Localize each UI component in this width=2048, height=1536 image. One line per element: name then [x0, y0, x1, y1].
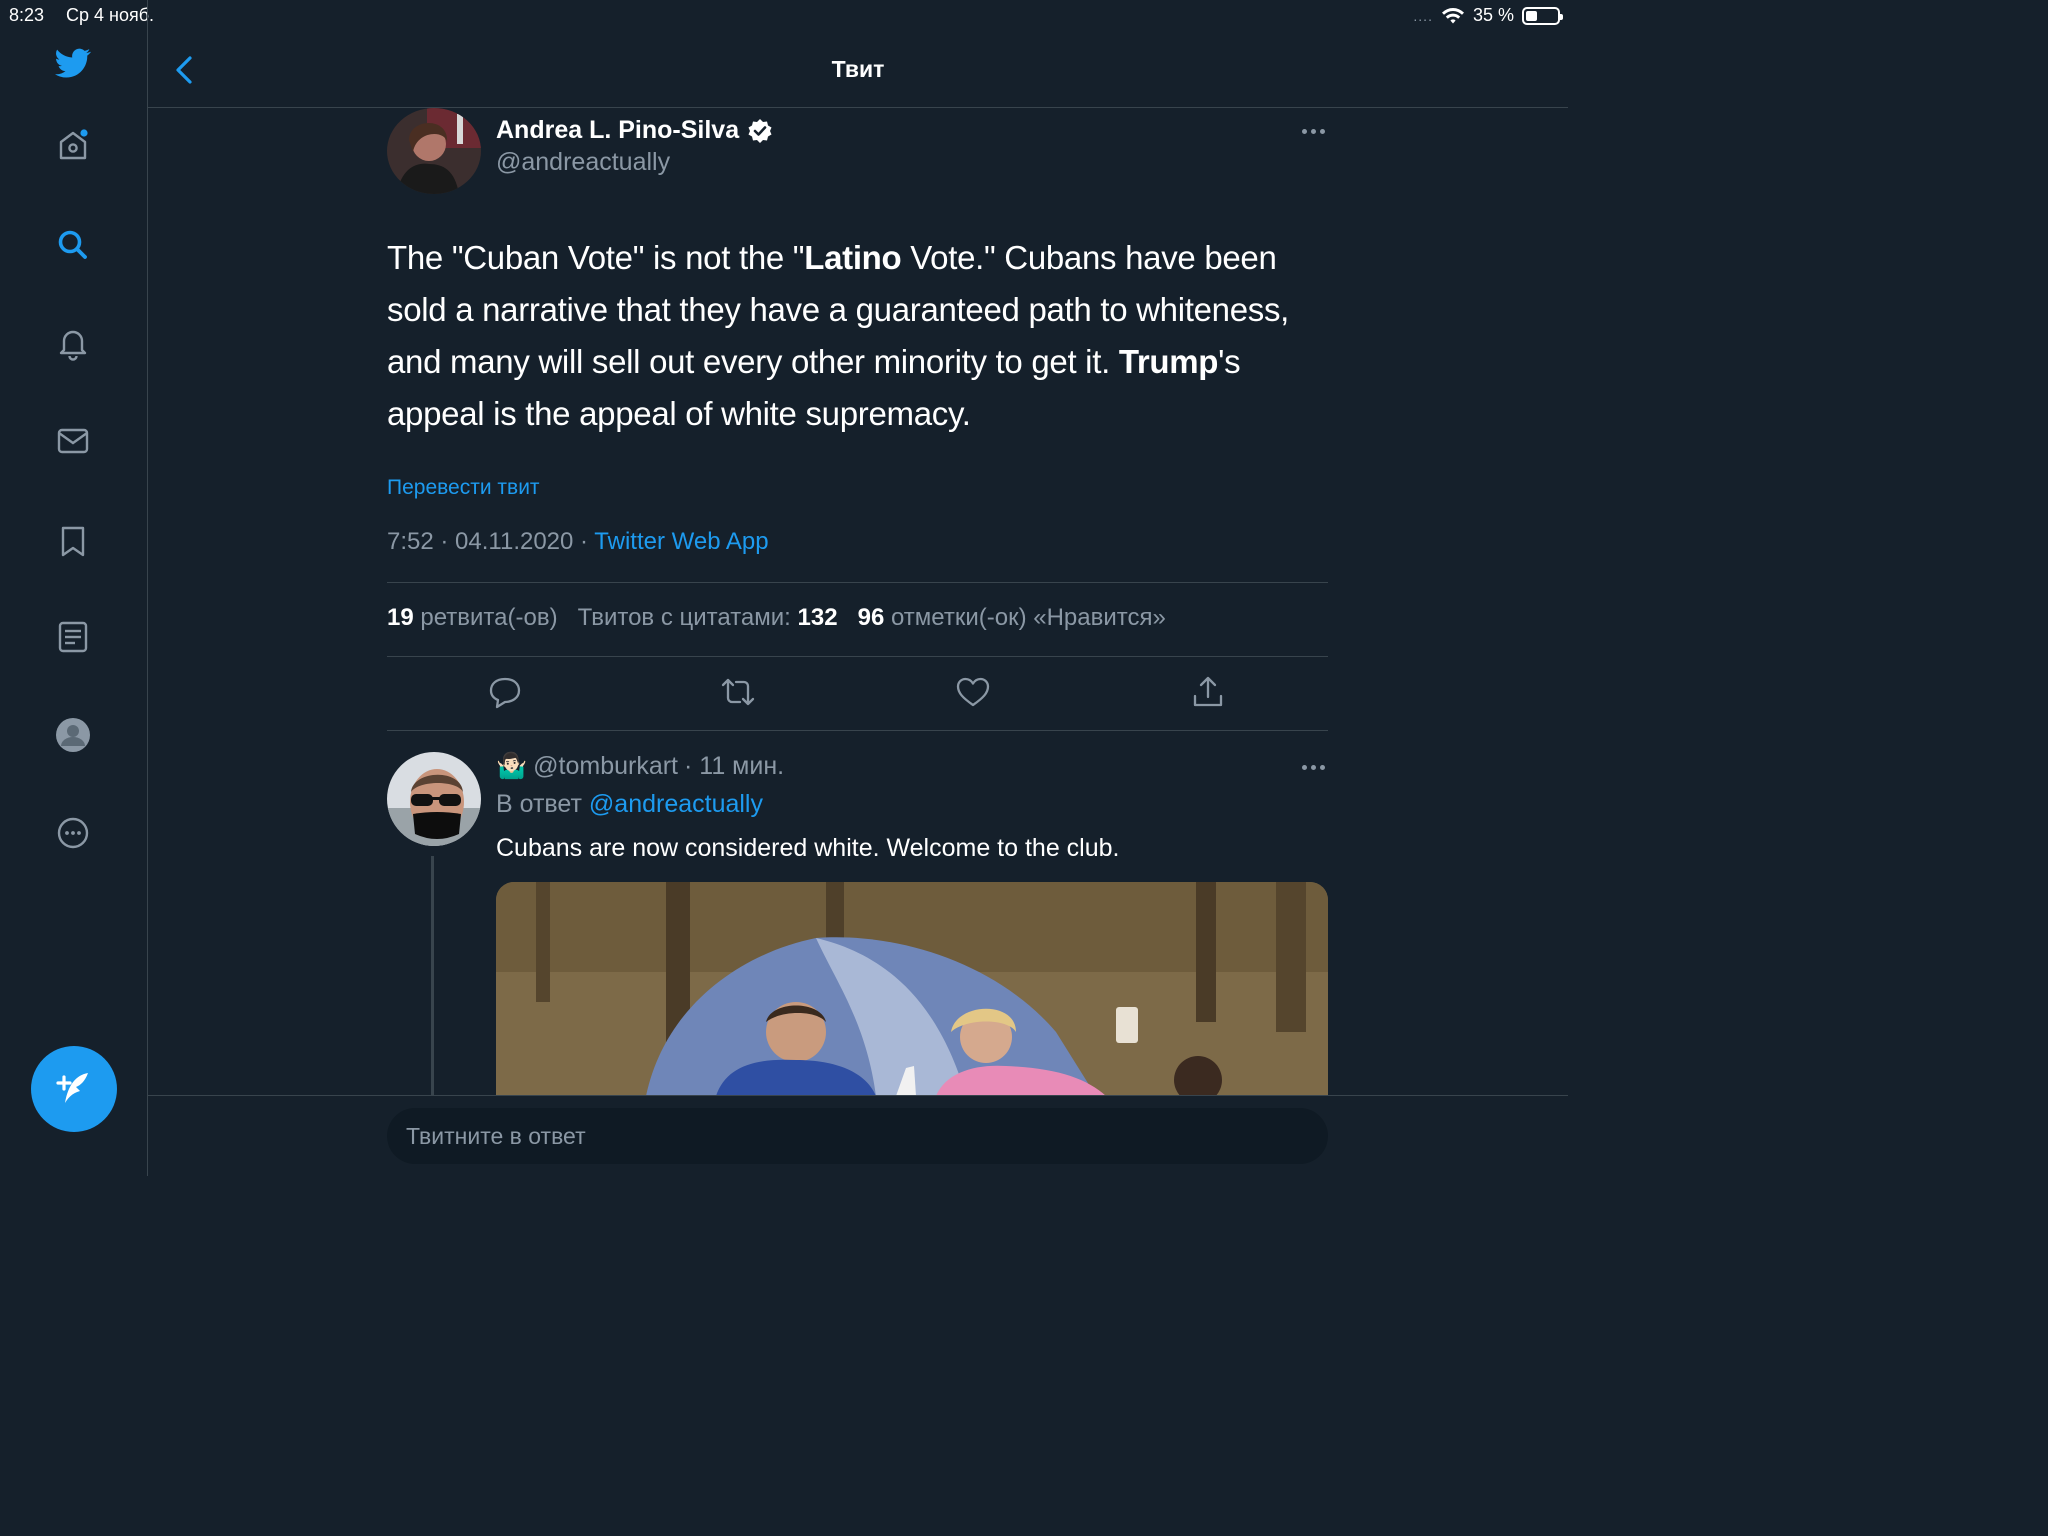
reply-icon: [489, 677, 521, 709]
author-handle[interactable]: @andreactually: [496, 148, 670, 177]
reply-handle[interactable]: @tomburkart: [533, 752, 678, 781]
user-emoji: 🤷🏻‍♂️: [496, 752, 528, 780]
reply-composer-bar: Твитните в ответ: [148, 1095, 1568, 1176]
battery-percent: 35 %: [1472, 5, 1514, 25]
more-icon[interactable]: [50, 810, 96, 856]
sidebar: [0, 0, 148, 1176]
replying-to: В ответ @andreactually: [496, 790, 763, 819]
tweet-more-button[interactable]: [1302, 126, 1328, 136]
quotes-label: Твитов с цитатами:: [577, 604, 791, 631]
composer-placeholder: Твитните в ответ: [406, 1123, 586, 1149]
search-icon[interactable]: [50, 222, 96, 268]
likes-count: 96: [857, 604, 885, 631]
signal-icon: ....: [1413, 7, 1433, 24]
more-dot-icon: [1320, 128, 1325, 134]
replying-to-handle[interactable]: @andreactually: [589, 790, 763, 818]
tweet-text: The "Cuban Vote" is not the "Latino Vote…: [387, 232, 1328, 440]
translate-tweet-link[interactable]: Перевести твит: [387, 476, 540, 500]
bookmark-icon[interactable]: [50, 518, 96, 564]
retweet-button[interactable]: [720, 674, 756, 710]
retweets-stat[interactable]: 19 ретвита(-ов): [387, 604, 558, 631]
battery-fill: [1526, 10, 1537, 21]
home-icon[interactable]: [50, 122, 96, 168]
tweet-source-link[interactable]: Twitter Web App: [594, 528, 768, 555]
status-bar: 8:23 Ср 4 нояб. .... 35 %: [0, 0, 1568, 32]
divider: [387, 656, 1328, 657]
reply-avatar[interactable]: [387, 752, 481, 846]
retweets-label: ретвита(-ов): [420, 604, 558, 631]
thread-line: [431, 856, 434, 1096]
reply-button[interactable]: [487, 674, 523, 710]
quotes-count: 132: [797, 604, 838, 631]
mail-icon[interactable]: [50, 418, 96, 464]
heart-icon: [956, 677, 990, 707]
likes-stat[interactable]: 96 отметки(-ок) «Нравится»: [858, 604, 1166, 631]
compose-tweet-icon: [56, 1073, 88, 1103]
share-icon: [1193, 676, 1223, 707]
lists-icon[interactable]: [50, 614, 96, 660]
more-dot-icon: [1302, 764, 1307, 770]
quotes-stat[interactable]: Твитов с цитатами: 132: [578, 604, 838, 631]
likes-label: отметки(-ок) «Нравится»: [890, 604, 1166, 631]
tweet-text-bold-segment: Trump: [1118, 343, 1219, 380]
twitter-logo-icon[interactable]: [50, 40, 96, 86]
reply-more-button[interactable]: [1302, 762, 1328, 772]
tweet-meta: 7:52 · 04.11.2020 · Twitter Web App: [387, 528, 769, 556]
battery-icon: [1522, 6, 1563, 25]
tweet-text-bold-segment: Latino: [804, 239, 902, 276]
verified-badge-icon: [748, 118, 772, 143]
divider: [387, 582, 1328, 583]
more-dot-icon: [1320, 764, 1325, 770]
profile-icon[interactable]: [50, 712, 96, 758]
replying-to-prefix: В ответ: [496, 790, 589, 818]
reply-text: Cubans are now considered white. Welcome…: [496, 834, 1120, 862]
retweets-count: 19: [387, 604, 414, 631]
wifi-icon: [1441, 7, 1464, 23]
page-title: Твит: [831, 56, 885, 82]
tweet-actions: [387, 674, 1328, 718]
retweet-icon: [721, 678, 755, 706]
more-dot-icon: [1311, 764, 1316, 770]
author-avatar[interactable]: [387, 108, 481, 194]
reply-composer-input[interactable]: Твитните в ответ: [387, 1108, 1328, 1164]
tweet-text-segment: The "Cuban Vote" is not the ": [387, 239, 805, 276]
reply-time: · 11 мин.: [684, 752, 785, 780]
more-dot-icon: [1311, 128, 1316, 134]
share-button[interactable]: [1190, 674, 1226, 710]
author-name[interactable]: Andrea L. Pino-Silva: [496, 116, 773, 145]
top-header: Твит: [148, 32, 1568, 108]
bell-icon[interactable]: [50, 320, 96, 366]
tweet-stats: 19 ретвита(-ов) Твитов с цитатами: 132 9…: [387, 604, 1166, 632]
more-dot-icon: [1302, 128, 1307, 134]
author-name-text: Andrea L. Pino-Silva: [496, 116, 740, 144]
tweet-timestamp: 7:52 · 04.11.2020 ·: [387, 528, 595, 555]
reply-header: 🤷🏻‍♂️ @tomburkart · 11 мин.: [496, 752, 784, 781]
reply-media-image[interactable]: [496, 882, 1328, 1096]
like-button[interactable]: [955, 674, 991, 710]
divider: [387, 730, 1328, 731]
compose-tweet-button[interactable]: [31, 1046, 117, 1132]
status-right: .... 35 %: [1413, 5, 1563, 26]
